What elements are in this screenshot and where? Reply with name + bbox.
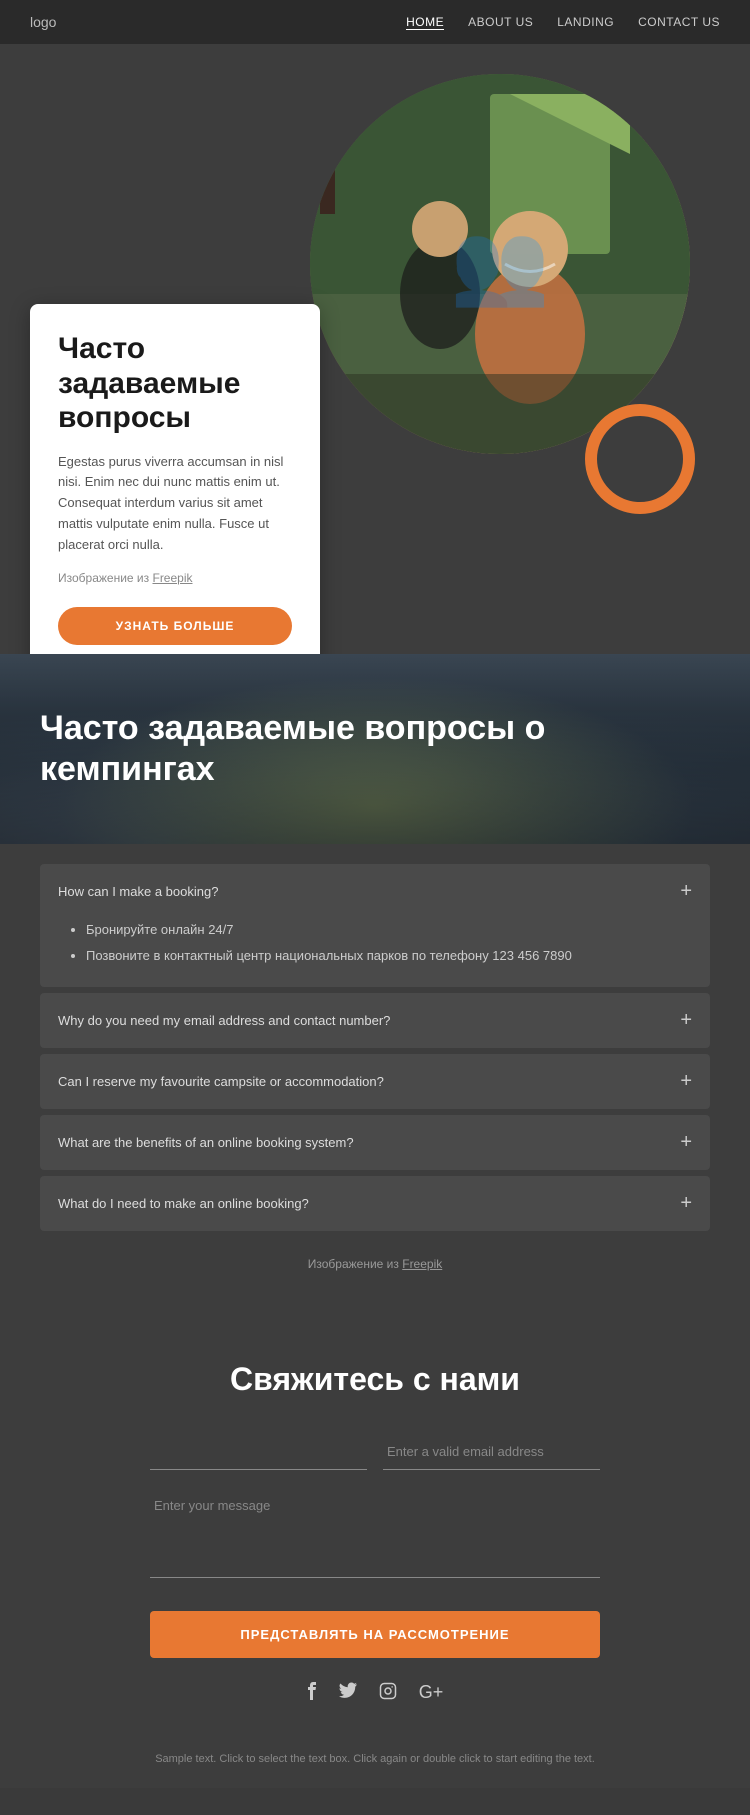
logo: logo: [30, 14, 56, 30]
freepik-small-note: Изображение из Freepik: [40, 1237, 710, 1281]
faq-answer-1-item-1: Бронируйте онлайн 24/7: [86, 919, 692, 941]
twitter-icon[interactable]: [339, 1682, 357, 1705]
faq-question-5[interactable]: What do I need to make an online booking…: [40, 1176, 710, 1231]
faq-answer-1-item-2: Позвоните в контактный центр национальны…: [86, 945, 692, 967]
faq-question-2-text: Why do you need my email address and con…: [58, 1013, 390, 1028]
faq-banner: Часто задаваемые вопросы о кемпингах: [0, 654, 750, 844]
learn-more-button[interactable]: УЗНАТЬ БОЛЬШЕ: [58, 607, 292, 645]
nav-home[interactable]: HOME: [406, 15, 444, 30]
faq-plus-3: +: [680, 1070, 692, 1093]
name-input[interactable]: [150, 1434, 367, 1470]
hero-card: Часто задаваемые вопросы Egestas purus v…: [30, 304, 320, 654]
footer-note-text: Sample text. Click to select the text bo…: [155, 1753, 595, 1765]
faq-section: How can I make a booking? + Бронируйте о…: [0, 844, 750, 1311]
faq-plus-1: +: [680, 880, 692, 903]
faq-plus-5: +: [680, 1192, 692, 1215]
hero-heading: Часто задаваемые вопросы: [58, 332, 292, 436]
instagram-icon[interactable]: [379, 1682, 397, 1705]
contact-heading: Свяжитесь с нами: [150, 1361, 600, 1398]
faq-question-3[interactable]: Can I reserve my favourite campsite or a…: [40, 1054, 710, 1109]
message-textarea[interactable]: [150, 1488, 600, 1578]
faq-item-1: How can I make a booking? + Бронируйте о…: [40, 864, 710, 987]
faq-question-5-text: What do I need to make an online booking…: [58, 1196, 309, 1211]
hero-image-circle: [310, 74, 690, 454]
social-row: G+: [150, 1658, 600, 1715]
freepik-link[interactable]: Freepik: [152, 571, 192, 585]
navbar: logo HOME ABOUT US LANDING CONTACT US: [0, 0, 750, 44]
faq-question-2[interactable]: Why do you need my email address and con…: [40, 993, 710, 1048]
faq-plus-2: +: [680, 1009, 692, 1032]
hero-body: Egestas purus viverra accumsan in nisl n…: [58, 452, 292, 556]
googleplus-icon[interactable]: G+: [419, 1682, 444, 1705]
faq-item-3: Can I reserve my favourite campsite or a…: [40, 1054, 710, 1109]
faq-item-4: What are the benefits of an online booki…: [40, 1115, 710, 1170]
footer-note: Sample text. Click to select the text bo…: [0, 1735, 750, 1788]
nav-landing[interactable]: LANDING: [557, 15, 614, 30]
hero-photo: [310, 74, 690, 454]
freepik-note: Изображение из Freepik: [58, 569, 292, 588]
faq-question-4-text: What are the benefits of an online booki…: [58, 1135, 354, 1150]
hero-section: Часто задаваемые вопросы Egestas purus v…: [0, 44, 750, 654]
faq-item-2: Why do you need my email address and con…: [40, 993, 710, 1048]
facebook-icon[interactable]: [307, 1682, 317, 1705]
faq-plus-4: +: [680, 1131, 692, 1154]
faq-answer-1: Бронируйте онлайн 24/7 Позвоните в конта…: [40, 919, 710, 987]
nav-about[interactable]: ABOUT US: [468, 15, 533, 30]
contact-section: Свяжитесь с нами ПРЕДСТАВЛЯТЬ НА РАССМОТ…: [0, 1311, 750, 1735]
nav-links: HOME ABOUT US LANDING CONTACT US: [406, 15, 720, 30]
orange-ring-decoration: [585, 404, 695, 514]
faq-question-1[interactable]: How can I make a booking? +: [40, 864, 710, 919]
faq-item-5: What do I need to make an online booking…: [40, 1176, 710, 1231]
faq-question-4[interactable]: What are the benefits of an online booki…: [40, 1115, 710, 1170]
submit-button[interactable]: ПРЕДСТАВЛЯТЬ НА РАССМОТРЕНИЕ: [150, 1611, 600, 1658]
faq-question-1-text: How can I make a booking?: [58, 884, 218, 899]
form-name-email-row: [150, 1434, 600, 1470]
faq-banner-heading: Часто задаваемые вопросы о кемпингах: [40, 708, 710, 790]
freepik-small-link[interactable]: Freepik: [402, 1257, 442, 1271]
nav-contact[interactable]: CONTACT US: [638, 15, 720, 30]
email-input[interactable]: [383, 1434, 600, 1470]
faq-question-3-text: Can I reserve my favourite campsite or a…: [58, 1074, 384, 1089]
